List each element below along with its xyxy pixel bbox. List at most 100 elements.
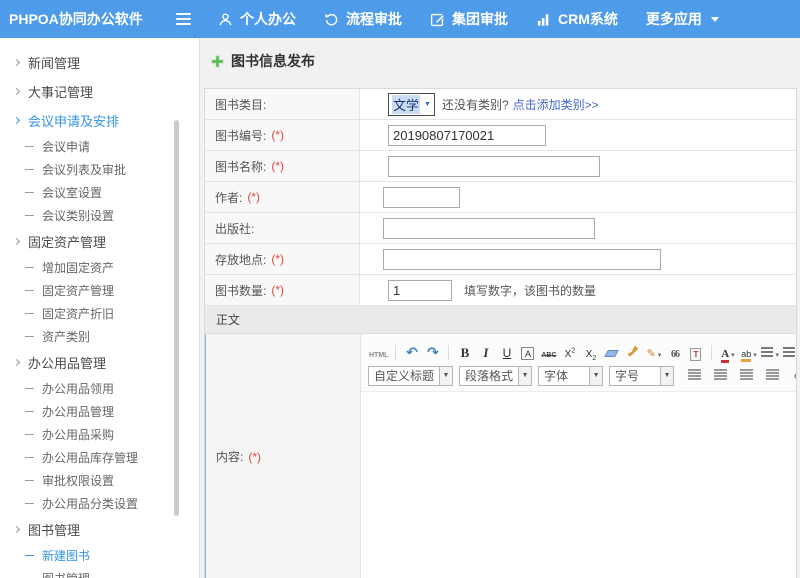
blockquote-button[interactable]: 66 bbox=[665, 343, 684, 362]
editor-content-area[interactable] bbox=[361, 392, 796, 578]
link-button[interactable]: ∞ bbox=[789, 366, 796, 385]
sidebar-item[interactable]: 图书管理 bbox=[0, 567, 199, 578]
italic-button[interactable]: I bbox=[476, 343, 495, 362]
book-category-select[interactable]: 文学 ▼ bbox=[388, 93, 435, 116]
page-title-text: 图书信息发布 bbox=[231, 51, 315, 71]
sidebar-item[interactable]: 审批权限设置 bbox=[0, 469, 199, 492]
combo-arrow-icon: ▼ bbox=[439, 367, 452, 385]
font-color-button[interactable]: A▾ bbox=[718, 343, 737, 362]
html-source-button[interactable]: HTML bbox=[368, 343, 389, 362]
sidebar-item-label: 固定资产折旧 bbox=[42, 305, 114, 322]
nav-item-personal-office[interactable]: 个人办公 bbox=[218, 9, 296, 29]
location-input[interactable] bbox=[383, 249, 661, 270]
dash-icon bbox=[25, 267, 34, 268]
editor-toolbar: HTML↶↷BIUAABCX2X2✎▾66TA▾ab▾▾▾ 自定义标题▼段落格式… bbox=[361, 334, 796, 392]
sidebar-item[interactable]: 会议室设置 bbox=[0, 181, 199, 204]
clean-doc-icon bbox=[627, 344, 638, 362]
ordered-list-button[interactable]: ▾ bbox=[760, 343, 780, 362]
align-right-button[interactable] bbox=[737, 366, 756, 385]
redo-icon: ↷ bbox=[427, 344, 439, 362]
nav-item-group-approval[interactable]: 集团审批 bbox=[430, 9, 508, 29]
sidebar-item[interactable]: 新建图书 bbox=[0, 544, 199, 567]
sidebar-item[interactable]: 资产类别 bbox=[0, 325, 199, 348]
paste-text-icon: T bbox=[690, 344, 701, 362]
dash-icon bbox=[25, 434, 34, 435]
sidebar-item-label: 办公用品领用 bbox=[42, 380, 114, 397]
nav-item-more-apps[interactable]: 更多应用 bbox=[646, 9, 719, 29]
align-center-button[interactable] bbox=[711, 366, 730, 385]
sidebar-group-title[interactable]: 办公用品管理 bbox=[0, 348, 199, 377]
edit-icon bbox=[430, 12, 445, 27]
top-navigation-bar: PHPOA协同办公软件 个人办公流程审批集团审批CRM系统更多应用 bbox=[0, 0, 800, 38]
sidebar-item[interactable]: 办公用品领用 bbox=[0, 377, 199, 400]
required-mark: (*) bbox=[271, 159, 284, 173]
top-nav-menu: 个人办公 流程审批 集团审批 CRM系统 更多应用 bbox=[218, 9, 719, 29]
sidebar-item-label: 办公用品管理 bbox=[42, 403, 114, 420]
sidebar-group-title[interactable]: 新闻管理 bbox=[0, 48, 199, 77]
sidebar-item[interactable]: 固定资产管理 bbox=[0, 279, 199, 302]
highlight-color-button[interactable]: ab▾ bbox=[739, 343, 758, 362]
sidebar-group-title[interactable]: 图书管理 bbox=[0, 515, 199, 544]
sidebar-item-label: 固定资产管理 bbox=[42, 282, 114, 299]
ordered-list-icon: ▾ bbox=[761, 344, 779, 362]
required-mark: (*) bbox=[271, 252, 284, 266]
redo-button[interactable]: ↷ bbox=[423, 343, 442, 362]
chevron-right-icon bbox=[13, 59, 20, 66]
align-justify-button[interactable] bbox=[763, 366, 782, 385]
dash-icon bbox=[25, 411, 34, 412]
nav-item-crm-system[interactable]: CRM系统 bbox=[536, 9, 618, 29]
book-name-input[interactable] bbox=[388, 156, 600, 177]
sidebar-item[interactable]: 会议列表及审批 bbox=[0, 158, 199, 181]
nav-item-label: 集团审批 bbox=[452, 9, 508, 29]
sidebar-item-label: 会议申请 bbox=[42, 138, 90, 155]
dash-icon bbox=[25, 313, 34, 314]
sidebar-item[interactable]: 办公用品库存管理 bbox=[0, 446, 199, 469]
sidebar-scrollbar[interactable] bbox=[174, 120, 179, 516]
sidebar-group-title[interactable]: 大事记管理 bbox=[0, 77, 199, 106]
sidebar-group-title[interactable]: 固定资产管理 bbox=[0, 227, 199, 256]
strikethrough-button[interactable]: ABC bbox=[539, 343, 558, 362]
sidebar-item[interactable]: 增加固定资产 bbox=[0, 256, 199, 279]
format-painter-icon: ✎▾ bbox=[647, 344, 662, 362]
subscript-button[interactable]: X2 bbox=[581, 343, 600, 362]
nav-item-workflow-approval[interactable]: 流程审批 bbox=[324, 9, 402, 29]
sidebar-item[interactable]: 固定资产折旧 bbox=[0, 302, 199, 325]
book-publish-form: 图书类目: 文学 ▼ 还没有类别? 点击添加类别>> 图书编号:(*) 图书名称… bbox=[204, 88, 797, 578]
bold-button[interactable]: B bbox=[455, 343, 474, 362]
author-input[interactable] bbox=[383, 187, 460, 208]
eraser-button[interactable] bbox=[602, 343, 621, 362]
add-category-link[interactable]: 点击添加类别>> bbox=[513, 96, 599, 113]
unordered-list-button[interactable]: ▾ bbox=[782, 343, 796, 362]
clean-doc-button[interactable] bbox=[623, 343, 642, 362]
autotypeset-button[interactable]: A bbox=[518, 343, 537, 362]
paste-text-button[interactable]: T bbox=[686, 343, 705, 362]
publisher-input[interactable] bbox=[383, 218, 595, 239]
sidebar-item[interactable]: 会议申请 bbox=[0, 135, 199, 158]
custom-title-combo[interactable]: 自定义标题▼ bbox=[368, 366, 453, 386]
sidebar-item-label: 办公用品分类设置 bbox=[42, 495, 138, 512]
autotypeset-icon: A bbox=[521, 344, 534, 362]
sidebar-item[interactable]: 会议类别设置 bbox=[0, 204, 199, 227]
align-left-icon bbox=[688, 367, 701, 385]
superscript-button[interactable]: X2 bbox=[560, 343, 579, 362]
book-no-input[interactable] bbox=[388, 125, 546, 146]
sidebar-group-title[interactable]: 会议申请及安排 bbox=[0, 106, 199, 135]
undo-icon: ↶ bbox=[406, 344, 418, 362]
sidebar-item[interactable]: 办公用品分类设置 bbox=[0, 492, 199, 515]
undo-button[interactable]: ↶ bbox=[402, 343, 421, 362]
paragraph-format-combo[interactable]: 段落格式▼ bbox=[459, 366, 532, 386]
body-section-title: 正文 bbox=[216, 311, 240, 328]
underline-button[interactable]: U bbox=[497, 343, 516, 362]
font-family-combo[interactable]: 字体▼ bbox=[538, 366, 603, 386]
menu-toggle-button[interactable] bbox=[176, 10, 192, 28]
sidebar-item[interactable]: 办公用品管理 bbox=[0, 400, 199, 423]
highlight-color-icon: ab▾ bbox=[741, 344, 757, 362]
eraser-icon bbox=[606, 344, 617, 362]
align-left-button[interactable] bbox=[685, 366, 704, 385]
format-painter-button[interactable]: ✎▾ bbox=[644, 343, 663, 362]
font-size-combo[interactable]: 字号▼ bbox=[609, 366, 674, 386]
blockquote-icon: 66 bbox=[671, 344, 679, 362]
sidebar-item[interactable]: 办公用品采购 bbox=[0, 423, 199, 446]
required-mark: (*) bbox=[271, 128, 284, 142]
quantity-input[interactable] bbox=[388, 280, 452, 301]
